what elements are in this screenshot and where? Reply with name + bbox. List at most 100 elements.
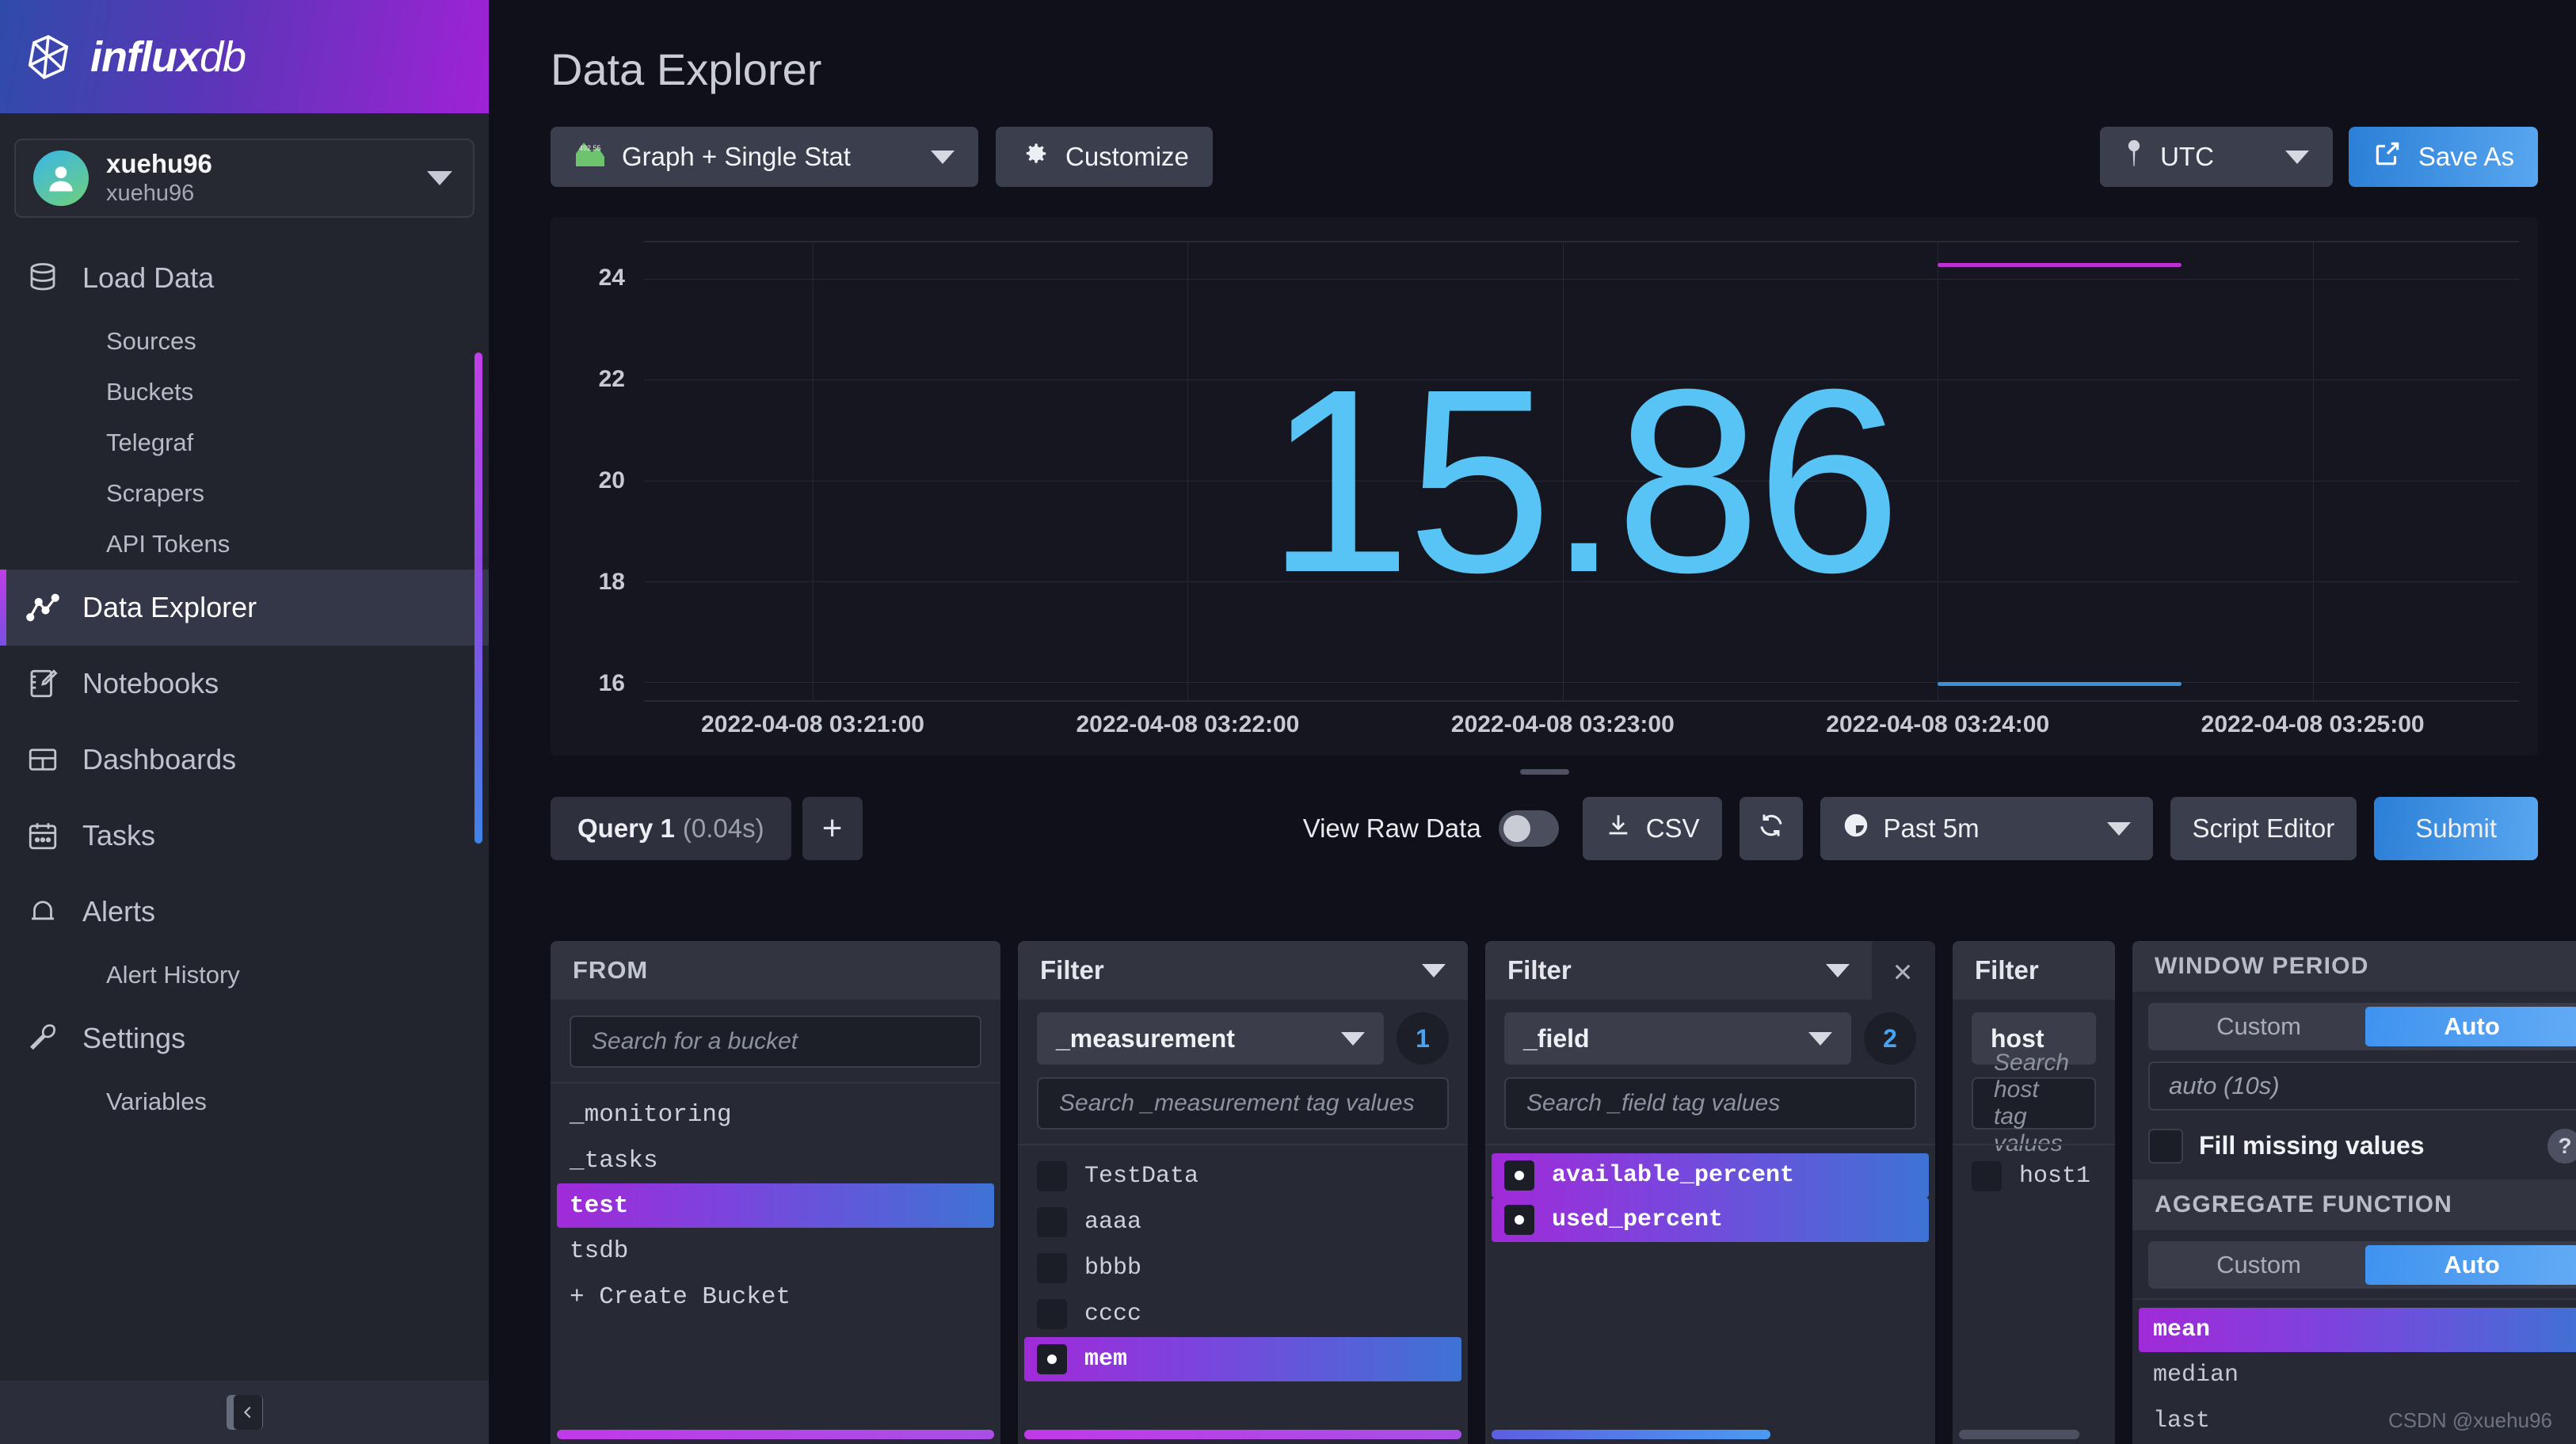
user-account-switcher[interactable]: xuehu96 xuehu96 <box>14 139 474 218</box>
list-item-selected[interactable]: test <box>557 1183 994 1228</box>
sidebar-item-buckets[interactable]: Buckets <box>0 367 489 417</box>
watermark: CSDN @xuehu96 <box>2388 1408 2552 1433</box>
save-as-button[interactable]: Save As <box>2349 127 2538 187</box>
list-item[interactable]: _tasks <box>551 1137 1000 1183</box>
panel-hscrollbar[interactable] <box>1024 1430 1461 1439</box>
window-period-auto-option[interactable]: Auto <box>2365 1007 2576 1046</box>
list-item[interactable]: aaaa <box>1018 1199 1468 1245</box>
field-panel-body: _field 2 Search _field tag values availa… <box>1485 1000 1935 1444</box>
sidebar-item-tasks[interactable]: Tasks <box>0 798 489 874</box>
sidebar-collapse-button[interactable] <box>227 1395 263 1430</box>
list-item[interactable]: TestData <box>1018 1153 1468 1199</box>
sidebar-item-dashboards[interactable]: Dashboards <box>0 722 489 798</box>
from-bucket-panel: FROM Search for a bucket _monitoring _ta… <box>551 941 1000 1444</box>
bucket-search-input[interactable]: Search for a bucket <box>570 1015 981 1068</box>
timezone-dropdown[interactable]: UTC <box>2100 127 2333 187</box>
sidebar-item-sources[interactable]: Sources <box>0 316 489 367</box>
host-search-input[interactable]: Search host tag values <box>1972 1077 2096 1130</box>
brand-header[interactable]: influxdb <box>0 0 489 113</box>
add-query-button[interactable]: + <box>802 797 863 860</box>
aggregate-mode-toggle[interactable]: Custom Auto <box>2148 1241 2576 1289</box>
fill-missing-checkbox[interactable] <box>2148 1129 2183 1164</box>
list-item[interactable]: host1 <box>1953 1153 2115 1199</box>
window-period-mode-toggle[interactable]: Custom Auto <box>2148 1003 2576 1050</box>
series-line-available-percent <box>1938 263 2182 267</box>
measurement-panel-body: _measurement 1 Search _measurement tag v… <box>1018 1000 1468 1444</box>
list-item[interactable]: cccc <box>1018 1291 1468 1337</box>
customize-button[interactable]: Customize <box>996 127 1213 187</box>
chevron-down-icon[interactable] <box>1826 964 1850 977</box>
sidebar-item-scrapers[interactable]: Scrapers <box>0 468 489 519</box>
x-axis-tick: 2022-04-08 03:23:00 <box>1451 711 1675 738</box>
refresh-button[interactable] <box>1740 797 1803 860</box>
help-icon[interactable]: ? <box>2547 1129 2576 1164</box>
sidebar-scrollbar[interactable] <box>474 352 482 844</box>
sidebar-item-variables[interactable]: Variables <box>0 1076 489 1127</box>
sidebar-item-alert-history[interactable]: Alert History <box>0 950 489 1000</box>
aggregate-custom-option[interactable]: Custom <box>2152 1245 2365 1285</box>
panel-resize-handle[interactable] <box>1520 769 1569 775</box>
checkbox[interactable] <box>1037 1161 1067 1191</box>
sidebar-item-settings[interactable]: Settings <box>0 1000 489 1076</box>
list-item-selected[interactable]: available_percent <box>1492 1153 1929 1198</box>
checkbox[interactable] <box>1037 1253 1067 1283</box>
list-item[interactable]: _monitoring <box>551 1092 1000 1137</box>
query-builder: FROM Search for a bucket _monitoring _ta… <box>551 941 2538 1444</box>
sidebar-item-alerts[interactable]: Alerts <box>0 874 489 950</box>
check-dot-icon <box>1515 1171 1524 1180</box>
chevron-down-icon <box>931 150 955 164</box>
checkbox[interactable] <box>1972 1161 2002 1191</box>
sidebar-item-api-tokens[interactable]: API Tokens <box>0 519 489 570</box>
csv-label: CSV <box>1646 813 1700 844</box>
checkbox[interactable] <box>1037 1299 1067 1329</box>
sidebar: influxdb xuehu96 xuehu96 <box>0 0 489 1444</box>
chevron-down-icon <box>2107 822 2131 836</box>
view-raw-data-toggle[interactable] <box>1499 810 1559 847</box>
checkbox-checked[interactable] <box>1504 1205 1534 1235</box>
submit-label: Submit <box>2415 813 2497 844</box>
list-item-selected[interactable]: mem <box>1024 1337 1461 1381</box>
field-key-dropdown[interactable]: _field <box>1504 1012 1851 1065</box>
window-period-custom-option[interactable]: Custom <box>2152 1007 2365 1046</box>
chevron-down-icon[interactable] <box>427 171 452 185</box>
sidebar-item-data-explorer[interactable]: Data Explorer <box>0 570 489 646</box>
panel-hscrollbar[interactable] <box>1959 1430 2079 1439</box>
aggregate-auto-option[interactable]: Auto <box>2365 1245 2576 1285</box>
sidebar-item-notebooks[interactable]: Notebooks <box>0 646 489 722</box>
host-panel-header[interactable]: Filter <box>1953 941 2115 1000</box>
list-item[interactable]: bbbb <box>1018 1245 1468 1291</box>
submit-button[interactable]: Submit <box>2374 797 2538 860</box>
fill-missing-values-row[interactable]: Fill missing values ? <box>2148 1123 2576 1168</box>
field-panel-header[interactable]: Filter <box>1485 941 1872 1000</box>
script-editor-button[interactable]: Script Editor <box>2170 797 2357 860</box>
time-range-dropdown[interactable]: Past 5m <box>1820 797 2153 860</box>
close-icon[interactable]: × <box>1884 954 1921 990</box>
sidebar-item-load-data[interactable]: Load Data <box>0 240 489 316</box>
external-link-icon <box>2372 139 2403 175</box>
chevron-down-icon <box>2285 150 2309 164</box>
panel-hscrollbar[interactable] <box>1492 1430 1770 1439</box>
aggregate-function-selected[interactable]: mean <box>2139 1308 2576 1352</box>
list-item-selected[interactable]: used_percent <box>1492 1198 1929 1242</box>
chevron-down-icon[interactable] <box>1422 964 1446 977</box>
view-raw-data-control[interactable]: View Raw Data <box>1303 810 1559 847</box>
visualization-type-dropdown[interactable]: 492.55 Graph + Single Stat <box>551 127 978 187</box>
user-name: xuehu96 <box>106 149 212 179</box>
sidebar-item-telegraf[interactable]: Telegraf <box>0 417 489 468</box>
checkbox[interactable] <box>1037 1207 1067 1237</box>
checkbox-checked[interactable] <box>1504 1160 1534 1191</box>
list-item-label: mem <box>1084 1346 1127 1373</box>
measurement-key-dropdown[interactable]: _measurement <box>1037 1012 1384 1065</box>
csv-download-button[interactable]: CSV <box>1583 797 1722 860</box>
panel-hscrollbar[interactable] <box>557 1430 994 1439</box>
measurement-search-input[interactable]: Search _measurement tag values <box>1037 1077 1449 1130</box>
field-key-row: _field 2 <box>1485 1000 1935 1071</box>
list-item[interactable]: tsdb <box>551 1228 1000 1274</box>
field-search-input[interactable]: Search _field tag values <box>1504 1077 1916 1130</box>
query-tab-1[interactable]: Query 1 (0.04s) <box>551 797 791 860</box>
measurement-panel-header[interactable]: Filter <box>1018 941 1468 1000</box>
create-bucket-button[interactable]: + Create Bucket <box>551 1274 1000 1320</box>
aggregate-function-item[interactable]: median <box>2132 1352 2576 1398</box>
checkbox-checked[interactable] <box>1037 1344 1067 1374</box>
window-period-input[interactable]: auto (10s) <box>2148 1061 2576 1111</box>
